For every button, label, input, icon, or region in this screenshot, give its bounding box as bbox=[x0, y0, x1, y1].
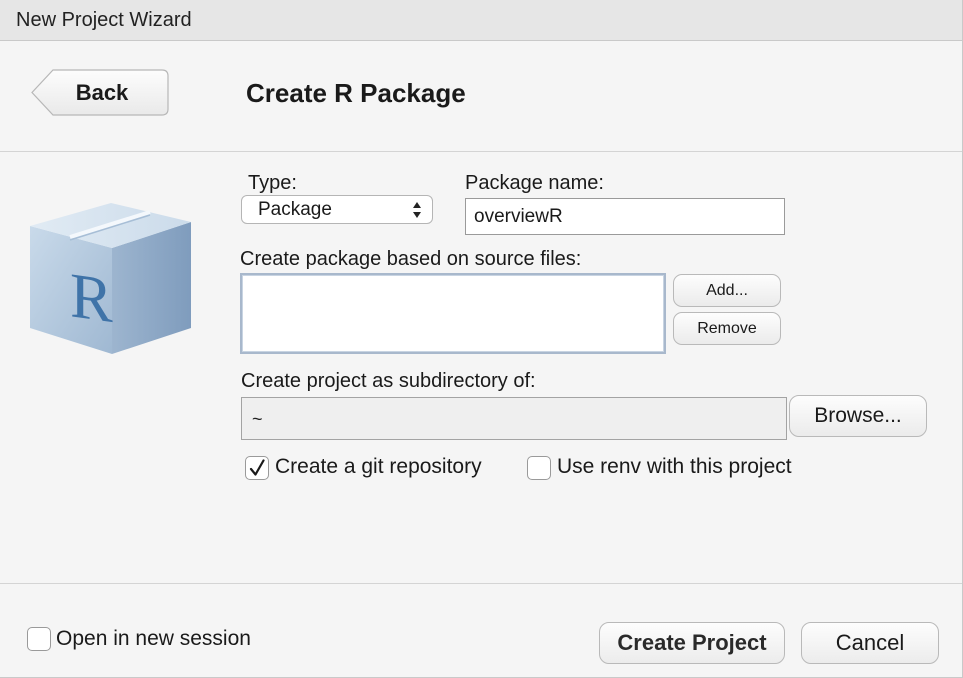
type-select-value: Package bbox=[258, 199, 332, 220]
updown-arrows-icon bbox=[413, 202, 421, 218]
page-title: Create R Package bbox=[246, 78, 466, 108]
cancel-button[interactable]: Cancel bbox=[801, 622, 939, 664]
subdirectory-label: Create project as subdirectory of: bbox=[241, 370, 536, 392]
r-package-cube-icon: R bbox=[26, 200, 196, 365]
source-files-label: Create package based on source files: bbox=[240, 248, 582, 270]
subdirectory-field[interactable]: ~ bbox=[241, 397, 787, 440]
browse-button[interactable]: Browse... bbox=[789, 395, 927, 437]
create-project-button[interactable]: Create Project bbox=[599, 622, 785, 664]
renv-label[interactable]: Use renv with this project bbox=[557, 455, 792, 479]
back-button[interactable]: Back bbox=[31, 69, 169, 116]
add-files-button[interactable]: Add... bbox=[673, 274, 781, 307]
remove-files-button[interactable]: Remove bbox=[673, 312, 781, 345]
new-session-label[interactable]: Open in new session bbox=[56, 627, 251, 651]
type-label: Type: bbox=[248, 172, 297, 194]
git-repository-checkbox[interactable] bbox=[245, 456, 269, 480]
source-files-list[interactable] bbox=[240, 273, 666, 354]
type-select[interactable]: Package bbox=[241, 195, 433, 224]
window-title: New Project Wizard bbox=[0, 0, 963, 41]
back-button-label: Back bbox=[75, 79, 129, 105]
git-repository-label[interactable]: Create a git repository bbox=[275, 455, 482, 479]
package-name-input[interactable] bbox=[465, 198, 785, 235]
checkmark-icon bbox=[249, 459, 265, 476]
package-name-label: Package name: bbox=[465, 172, 604, 194]
renv-checkbox[interactable] bbox=[527, 456, 551, 480]
new-session-checkbox[interactable] bbox=[27, 627, 51, 651]
footer-divider bbox=[0, 583, 963, 584]
r-logo-letter: R bbox=[70, 259, 113, 336]
